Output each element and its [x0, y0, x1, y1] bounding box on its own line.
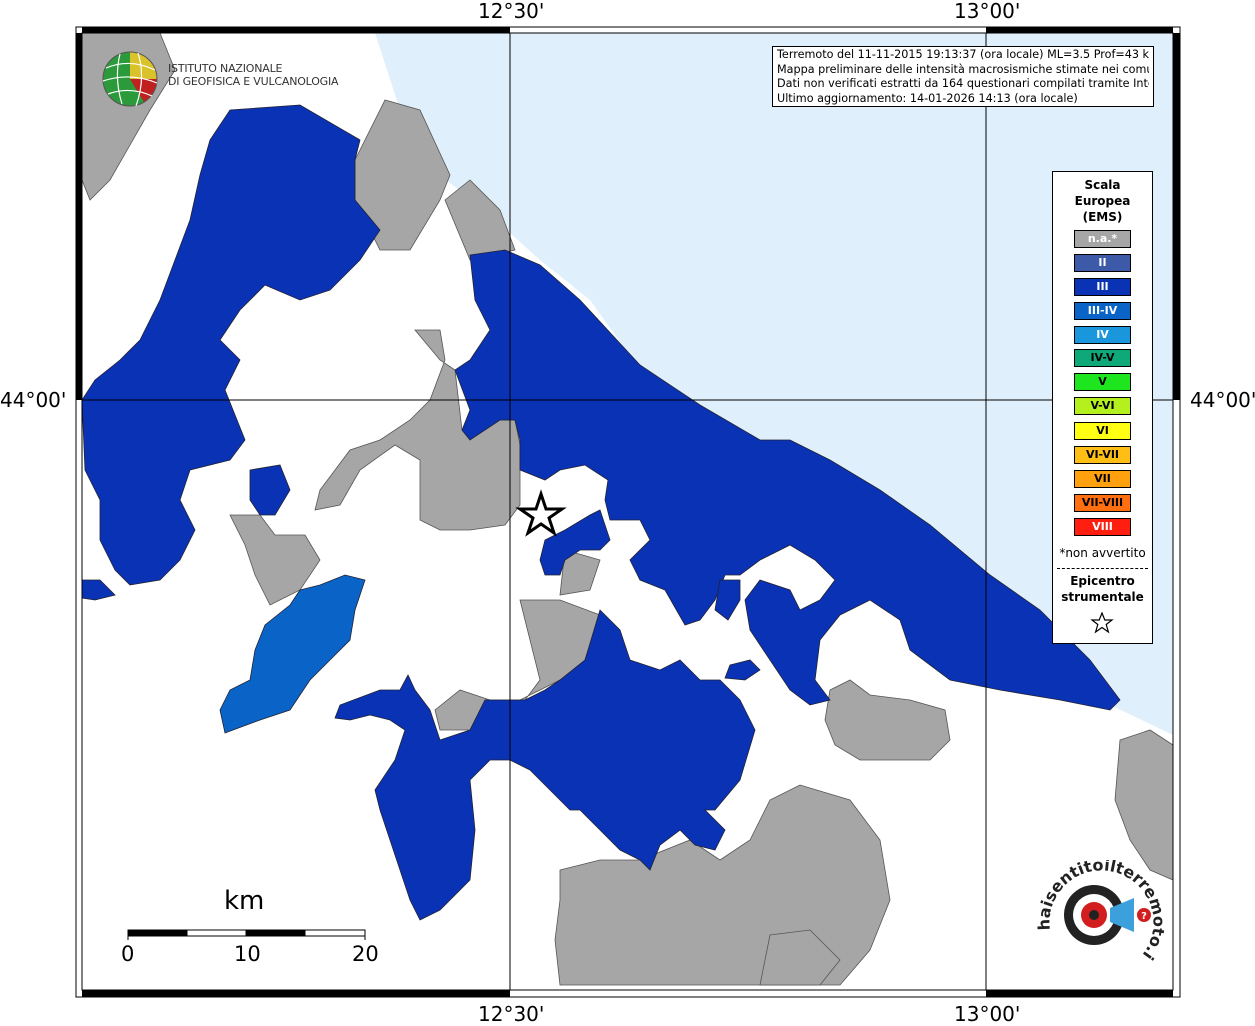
- legend-item-v: V: [1074, 373, 1131, 391]
- ems-legend: Scala Europea (EMS) n.a.* II III III-IV …: [1052, 171, 1153, 644]
- legend-item-iv-v: IV-V: [1074, 349, 1131, 367]
- lon-label-top-left: 12°30': [478, 0, 545, 23]
- legend-item-v-vi: V-VI: [1074, 397, 1131, 415]
- legend-item-iii: III: [1074, 278, 1131, 296]
- legend-title: Scala Europea (EMS): [1053, 177, 1152, 225]
- info-line-1: Terremoto del 11-11-2015 19:13:37 (ora l…: [777, 48, 1149, 61]
- haisentito-logo-icon: haisentitoilterremoto.it ?: [1032, 860, 1169, 964]
- ingv-line2: DI GEOFISICA E VULCANOLOGIA: [168, 75, 339, 88]
- lon-label-bottom-right: 13°00': [954, 1002, 1021, 1026]
- legend-title-3: (EMS): [1082, 210, 1123, 224]
- scale-unit-label: km: [224, 886, 265, 916]
- scale-tick-20: 20: [352, 942, 379, 966]
- legend-item-na: n.a.*: [1074, 230, 1131, 248]
- legend-item-vii-viii: VII-VIII: [1074, 494, 1131, 512]
- legend-title-2: Europea: [1074, 194, 1131, 208]
- scale-bar: [127, 929, 366, 940]
- legend-epi-line2: strumentale: [1061, 590, 1144, 604]
- lon-label-top-right: 13°00': [954, 0, 1021, 23]
- epicenter-star-icon: [515, 489, 567, 537]
- ingv-logo-text: ISTITUTO NAZIONALE DI GEOFISICA E VULCAN…: [168, 62, 339, 88]
- legend-item-viii: VIII: [1074, 518, 1131, 536]
- info-line-3: Dati non verificati estratti da 164 ques…: [777, 77, 1149, 90]
- legend-divider: [1057, 568, 1148, 569]
- legend-item-iv: IV: [1074, 326, 1131, 344]
- legend-item-vii: VII: [1074, 470, 1131, 488]
- scale-tick-0: 0: [121, 942, 135, 966]
- legend-item-ii: II: [1074, 254, 1131, 272]
- legend-epi-line1: Epicentro: [1070, 574, 1135, 588]
- legend-title-1: Scala: [1084, 178, 1121, 192]
- lon-label-bottom-left: 12°30': [478, 1002, 545, 1026]
- ingv-globe-icon: [102, 51, 158, 107]
- legend-item-iii-iv: III-IV: [1074, 302, 1131, 320]
- legend-star-icon: [1090, 612, 1114, 634]
- info-line-4: Ultimo aggiornamento: 14-01-2026 14:13 (…: [777, 91, 1078, 105]
- lat-label-left: 44°00': [0, 388, 67, 412]
- info-line-2: Mappa preliminare delle intensità macros…: [777, 62, 1149, 76]
- scale-tick-10: 10: [234, 942, 261, 966]
- svg-text:?: ?: [1141, 911, 1147, 922]
- legend-item-vi-vii: VI-VII: [1074, 446, 1131, 464]
- ingv-line1: ISTITUTO NAZIONALE: [168, 62, 283, 75]
- legend-item-vi: VI: [1074, 422, 1131, 440]
- legend-note: *non avvertito: [1059, 546, 1146, 560]
- event-info-box: Terremoto del 11-11-2015 19:13:37 (ora l…: [772, 46, 1154, 107]
- legend-epicenter-label: Epicentro strumentale: [1053, 573, 1152, 605]
- lat-label-right: 44°00': [1190, 388, 1255, 412]
